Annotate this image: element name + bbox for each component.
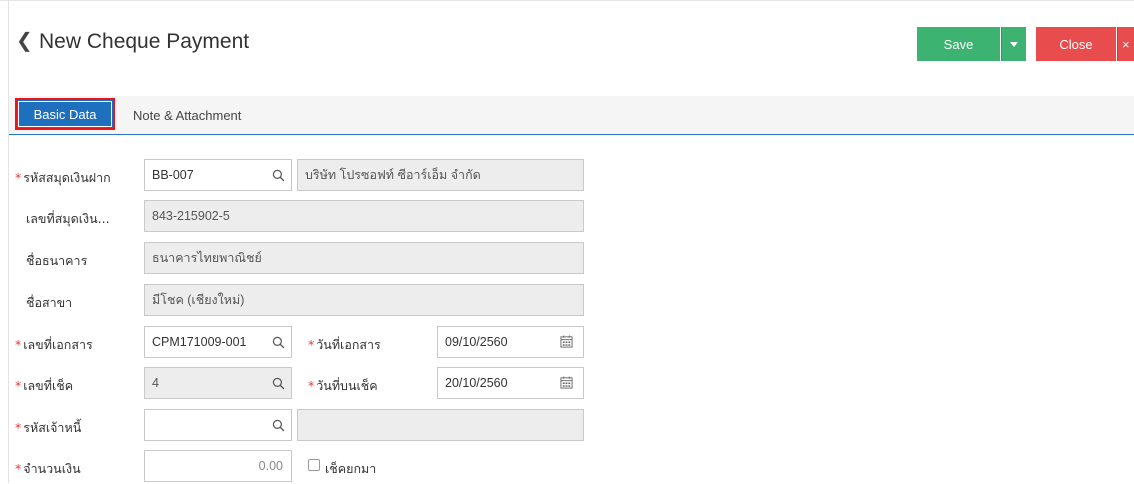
amount-input[interactable]: 0.00 (144, 450, 292, 482)
passbook-no-label: เลขที่สมุดเงิน... (26, 211, 110, 226)
tab-bar: Basic Data Note & Attachment (9, 96, 1134, 135)
search-icon[interactable] (272, 377, 285, 390)
row-cheque: * เลขที่เช็ค 4 * วันที่บนเช็ค 20/10/2560 (0, 367, 1134, 401)
creditor-code-label: * รหัสเจ้าหนี้ (15, 420, 82, 435)
save-button[interactable]: Save (917, 27, 1000, 61)
row-creditor: * รหัสเจ้าหนี้ (0, 409, 1134, 443)
passbook-code-input[interactable]: BB-007 (144, 159, 292, 191)
branch-name-value: มีโชค (เชียงใหม่) (152, 293, 245, 307)
cheque-no-input[interactable]: 4 (144, 367, 292, 399)
row-doc: * เลขที่เอกสาร CPM171009-001 * วันที่เอกสา… (0, 326, 1134, 360)
chevron-left-icon[interactable]: ❮ (16, 28, 33, 52)
tab-basic-data[interactable]: Basic Data (15, 98, 115, 130)
branch-name-field: มีโชค (เชียงใหม่) (144, 284, 584, 316)
doc-no-value: CPM171009-001 (152, 335, 247, 349)
bank-name-value: ธนาคารไทยพาณิชย์ (152, 251, 262, 265)
branch-name-label: ชื่อสาขา (26, 295, 73, 310)
row-bank-name: ชื่อธนาคาร ธนาคารไทยพาณิชย์ (0, 242, 1134, 276)
row-passbook-no: เลขที่สมุดเงิน... 843-215902-5 (0, 200, 1134, 234)
passbook-name-value: บริษัท โปรซอฟท์ ซีอาร์เอ็ม จำกัด (305, 168, 481, 182)
cheque-no-label: * เลขที่เช็ค (15, 378, 74, 393)
bank-name-field: ธนาคารไทยพาณิชย์ (144, 242, 584, 274)
cheque-date-input[interactable]: 20/10/2560 (437, 367, 584, 399)
save-options-button[interactable] (1001, 27, 1026, 61)
bank-name-label: ชื่อธนาคาร (26, 253, 88, 268)
passbook-name-field: บริษัท โปรซอฟท์ ซีอาร์เอ็ม จำกัด (297, 159, 584, 191)
row-amount: * จำนวนเงิน 0.00 เช็คยกมา (0, 450, 1134, 484)
passbook-no-value: 843-215902-5 (152, 209, 230, 223)
passbook-no-field: 843-215902-5 (144, 200, 584, 232)
cheque-date-label: * วันที่บนเช็ค (308, 378, 378, 393)
passbook-code-label: * รหัสสมุดเงินฝาก (15, 170, 111, 185)
doc-date-input[interactable]: 09/10/2560 (437, 326, 584, 358)
doc-date-label: * วันที่เอกสาร (308, 337, 381, 352)
search-icon[interactable] (272, 336, 285, 349)
close-button[interactable]: Close (1036, 27, 1116, 61)
calendar-icon[interactable] (560, 376, 573, 389)
carry-forward-label: เช็คยกมา (325, 461, 377, 476)
doc-no-label: * เลขที่เอกสาร (15, 337, 93, 352)
amount-value: 0.00 (258, 459, 283, 473)
page-header: ❮ New Cheque Payment Save Close × (0, 0, 1134, 90)
tab-note-attachment[interactable]: Note & Attachment (133, 96, 241, 134)
cheque-date-value: 20/10/2560 (445, 376, 508, 390)
cheque-no-value: 4 (152, 376, 159, 390)
page-title: New Cheque Payment (39, 30, 250, 53)
close-x-button[interactable]: × (1117, 27, 1134, 61)
row-branch-name: ชื่อสาขา มีโชค (เชียงใหม่) (0, 284, 1134, 318)
passbook-code-value: BB-007 (152, 168, 194, 182)
doc-no-input[interactable]: CPM171009-001 (144, 326, 292, 358)
amount-label: * จำนวนเงิน (15, 461, 81, 476)
calendar-icon[interactable] (560, 335, 573, 348)
doc-date-value: 09/10/2560 (445, 335, 508, 349)
creditor-name-field (297, 409, 584, 441)
carry-forward-checkbox[interactable] (308, 459, 320, 471)
caret-down-icon (1010, 41, 1018, 47)
search-icon[interactable] (272, 419, 285, 432)
creditor-code-input[interactable] (144, 409, 292, 441)
search-icon[interactable] (272, 169, 285, 182)
row-passbook-code: * รหัสสมุดเงินฝาก BB-007 บริษัท โปรซอฟท์ … (0, 159, 1134, 193)
